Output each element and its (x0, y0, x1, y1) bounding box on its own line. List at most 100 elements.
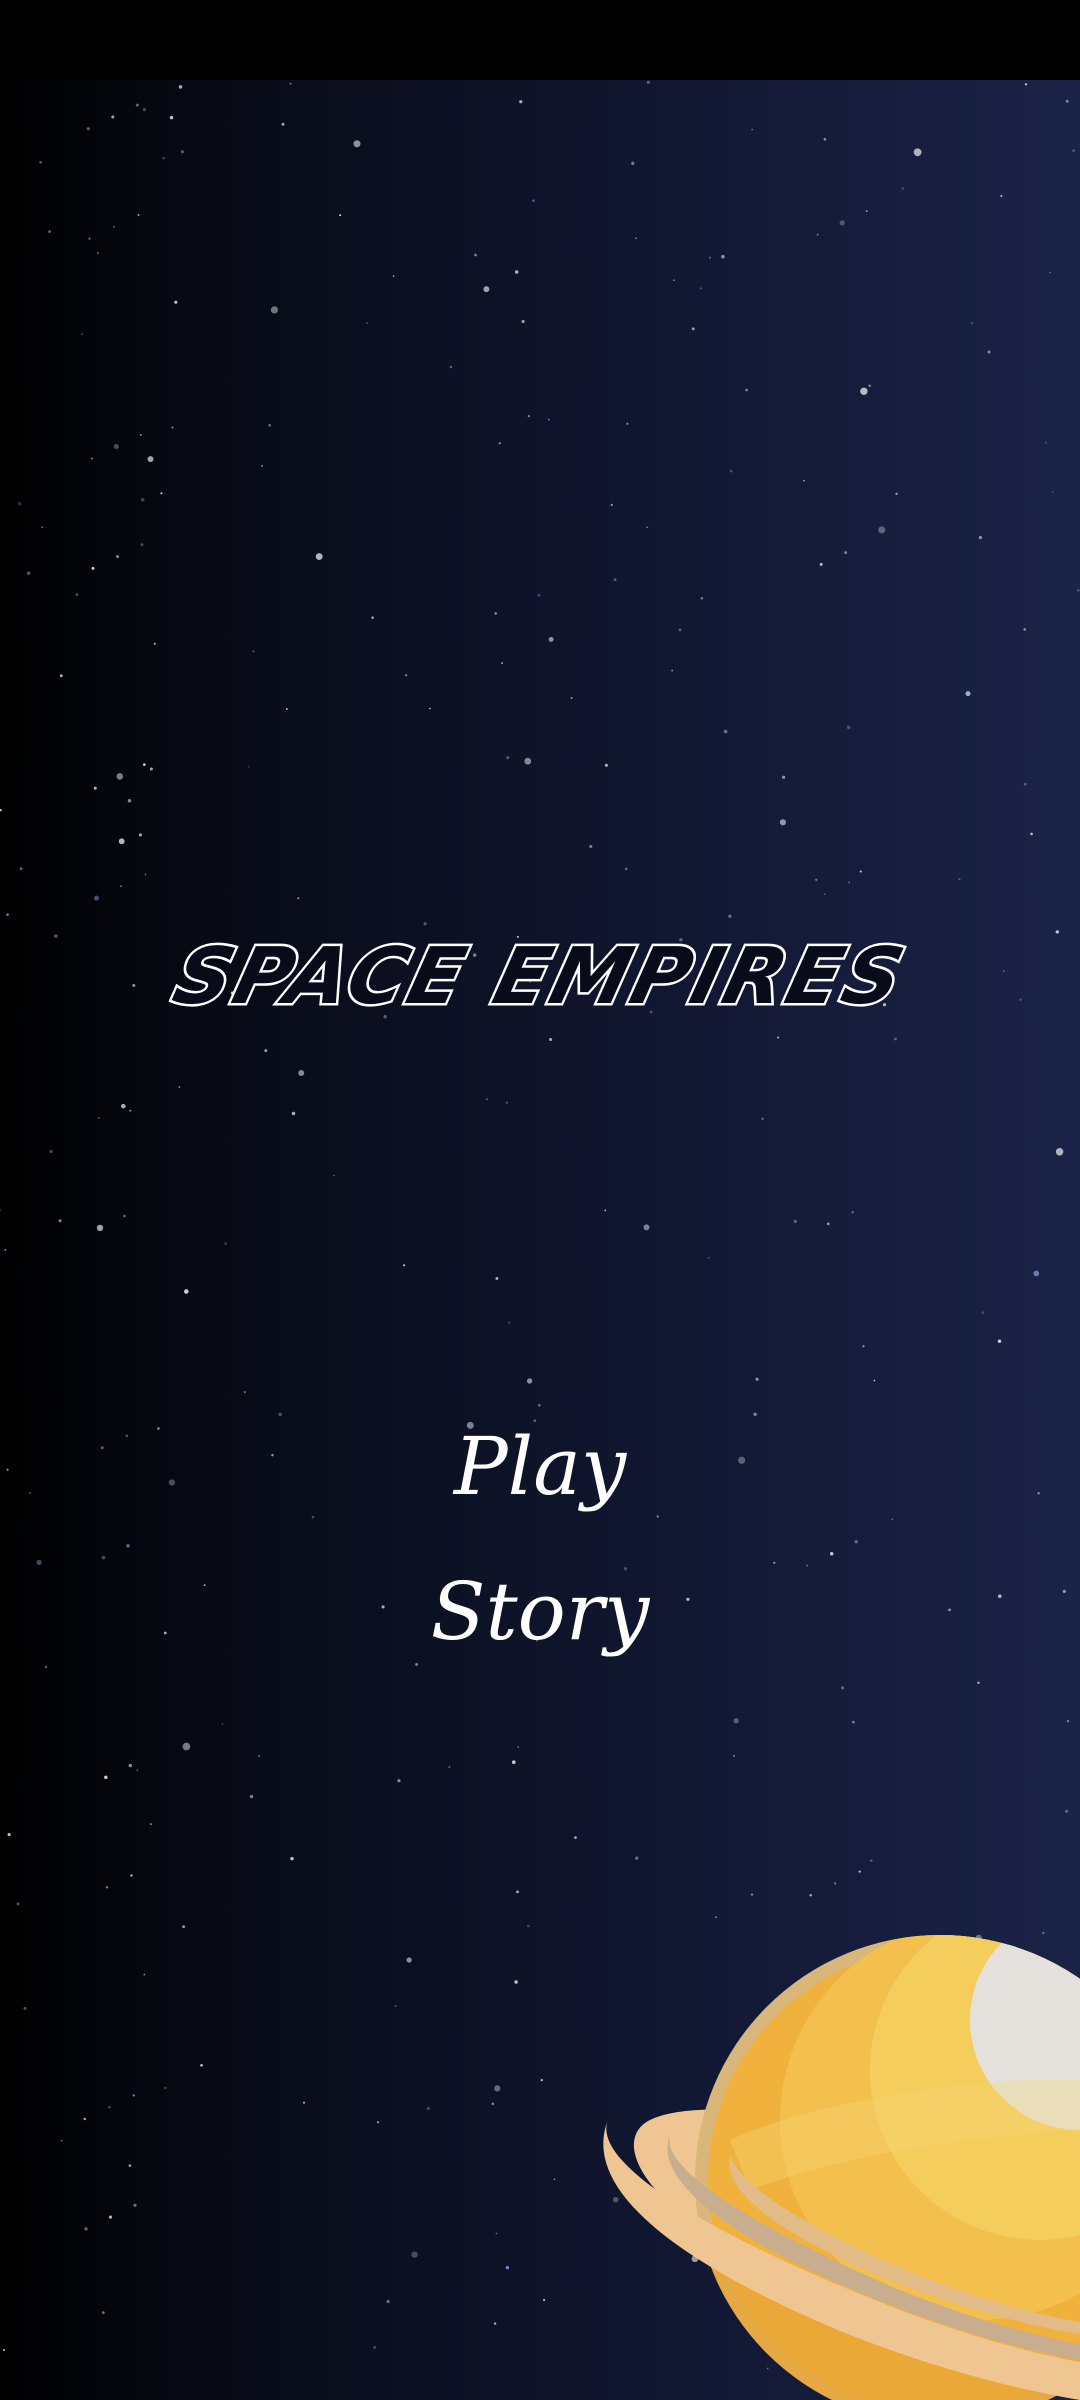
star (116, 773, 124, 780)
star (249, 1794, 254, 1799)
star (547, 418, 550, 421)
star (491, 2102, 495, 2106)
star (965, 691, 971, 697)
star (26, 571, 31, 575)
star (895, 492, 898, 496)
star (108, 2106, 111, 2109)
star (816, 233, 819, 236)
star (2, 2348, 6, 2352)
star (753, 1412, 757, 1416)
star (498, 442, 501, 445)
game-screen: SPACE EMPIRES Play Story (0, 0, 1080, 2400)
star (142, 763, 146, 766)
star (129, 1109, 132, 1112)
star (537, 593, 541, 597)
star (514, 270, 519, 274)
star (548, 636, 554, 642)
star (474, 253, 477, 257)
star (123, 1214, 126, 1218)
star (83, 2117, 87, 2121)
star (844, 551, 848, 555)
star (49, 1149, 53, 1154)
star (386, 2300, 390, 2303)
star (494, 2085, 501, 2092)
star (180, 150, 184, 154)
star (823, 137, 827, 141)
star (1055, 1148, 1064, 1156)
star (111, 115, 115, 119)
star (376, 2121, 380, 2124)
star (164, 2086, 167, 2090)
star (44, 1665, 48, 1668)
star (495, 2232, 498, 2235)
star (779, 819, 786, 826)
star (635, 237, 637, 240)
star (494, 612, 497, 615)
star (1023, 628, 1027, 631)
star (829, 1551, 834, 1556)
star (848, 881, 851, 884)
play-button[interactable]: Play (0, 1420, 1080, 1513)
star (278, 1412, 282, 1417)
star (149, 767, 153, 771)
star (302, 2101, 306, 2104)
star (7, 1833, 11, 1837)
star (247, 765, 250, 768)
star (268, 423, 272, 427)
star (851, 1210, 854, 1214)
star (140, 543, 144, 547)
star (397, 1779, 401, 1783)
star (610, 503, 613, 506)
star (108, 2215, 113, 2219)
star (532, 199, 535, 202)
star (84, 2227, 88, 2231)
star (527, 415, 530, 418)
star (678, 628, 682, 632)
star (406, 1957, 412, 1963)
star (174, 300, 178, 304)
star (221, 1722, 224, 1725)
star (869, 1859, 873, 1863)
star (1051, 491, 1054, 494)
star (130, 1874, 133, 1877)
story-button[interactable]: Story (0, 1565, 1080, 1658)
star (913, 148, 922, 157)
star (1024, 83, 1028, 86)
star (113, 444, 119, 450)
star (891, 1518, 894, 1521)
star (178, 1086, 181, 1088)
star (691, 327, 695, 331)
star (59, 674, 63, 678)
star (745, 388, 748, 392)
star (671, 669, 674, 672)
star (297, 897, 300, 900)
star (371, 616, 374, 619)
star (258, 1754, 261, 1758)
star (137, 214, 140, 216)
star (631, 161, 635, 166)
star (178, 85, 183, 89)
star (1045, 441, 1048, 444)
star (834, 1882, 837, 1885)
star (793, 1219, 797, 1224)
star (714, 1916, 717, 1919)
star (750, 1893, 754, 1896)
star (860, 387, 868, 396)
star (839, 220, 845, 226)
star (162, 156, 165, 160)
star (878, 526, 886, 534)
star (646, 80, 650, 84)
star (858, 1870, 861, 1873)
star (553, 2178, 556, 2181)
star (809, 1893, 812, 1897)
star (392, 275, 395, 277)
star (517, 1746, 520, 1748)
star (224, 1242, 228, 1246)
star (1065, 99, 1069, 103)
star (0, 1209, 1, 1212)
star (493, 2322, 497, 2325)
star (128, 1763, 132, 1768)
star (512, 1760, 516, 1764)
star (846, 725, 851, 730)
star (646, 526, 649, 529)
